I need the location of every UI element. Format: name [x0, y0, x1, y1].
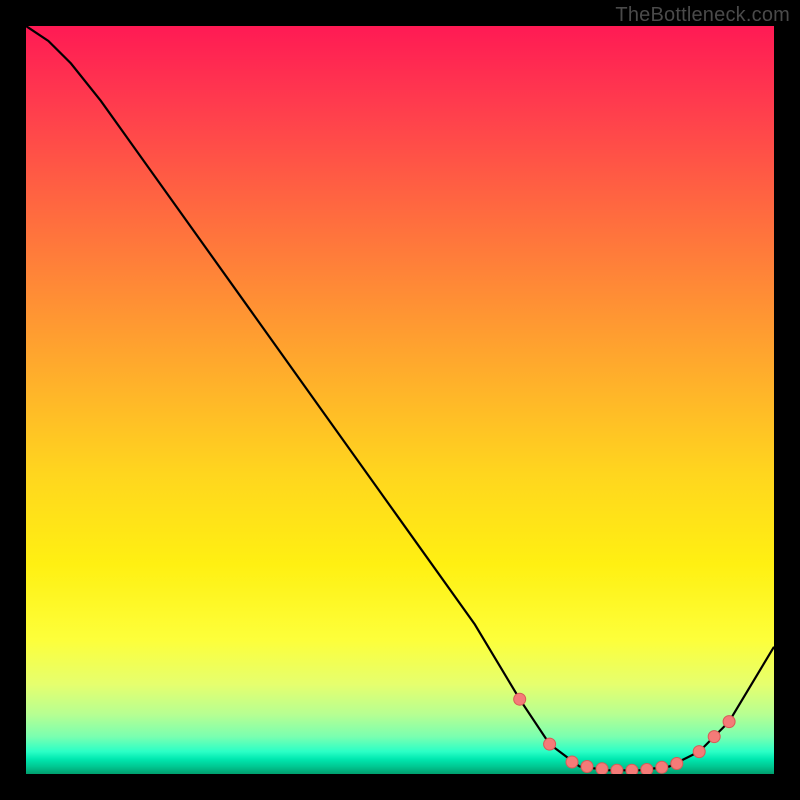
curve-marker [641, 764, 653, 775]
curve-marker [708, 731, 720, 743]
curve-marker [611, 764, 623, 774]
marker-layer [514, 693, 735, 774]
curve-marker [596, 763, 608, 774]
curve-marker [671, 758, 683, 770]
curve-marker [626, 764, 638, 774]
curve-layer [26, 26, 774, 770]
curve-marker [581, 761, 593, 773]
curve-marker [514, 693, 526, 705]
curve-marker [723, 716, 735, 728]
curve-marker [544, 738, 556, 750]
curve-marker [656, 761, 668, 773]
plot-area [26, 26, 774, 774]
chart-svg [26, 26, 774, 774]
bottleneck-curve [26, 26, 774, 770]
curve-marker [566, 756, 578, 768]
curve-marker [693, 746, 705, 758]
chart-frame: TheBottleneck.com [0, 0, 800, 800]
attribution-text: TheBottleneck.com [615, 4, 790, 27]
